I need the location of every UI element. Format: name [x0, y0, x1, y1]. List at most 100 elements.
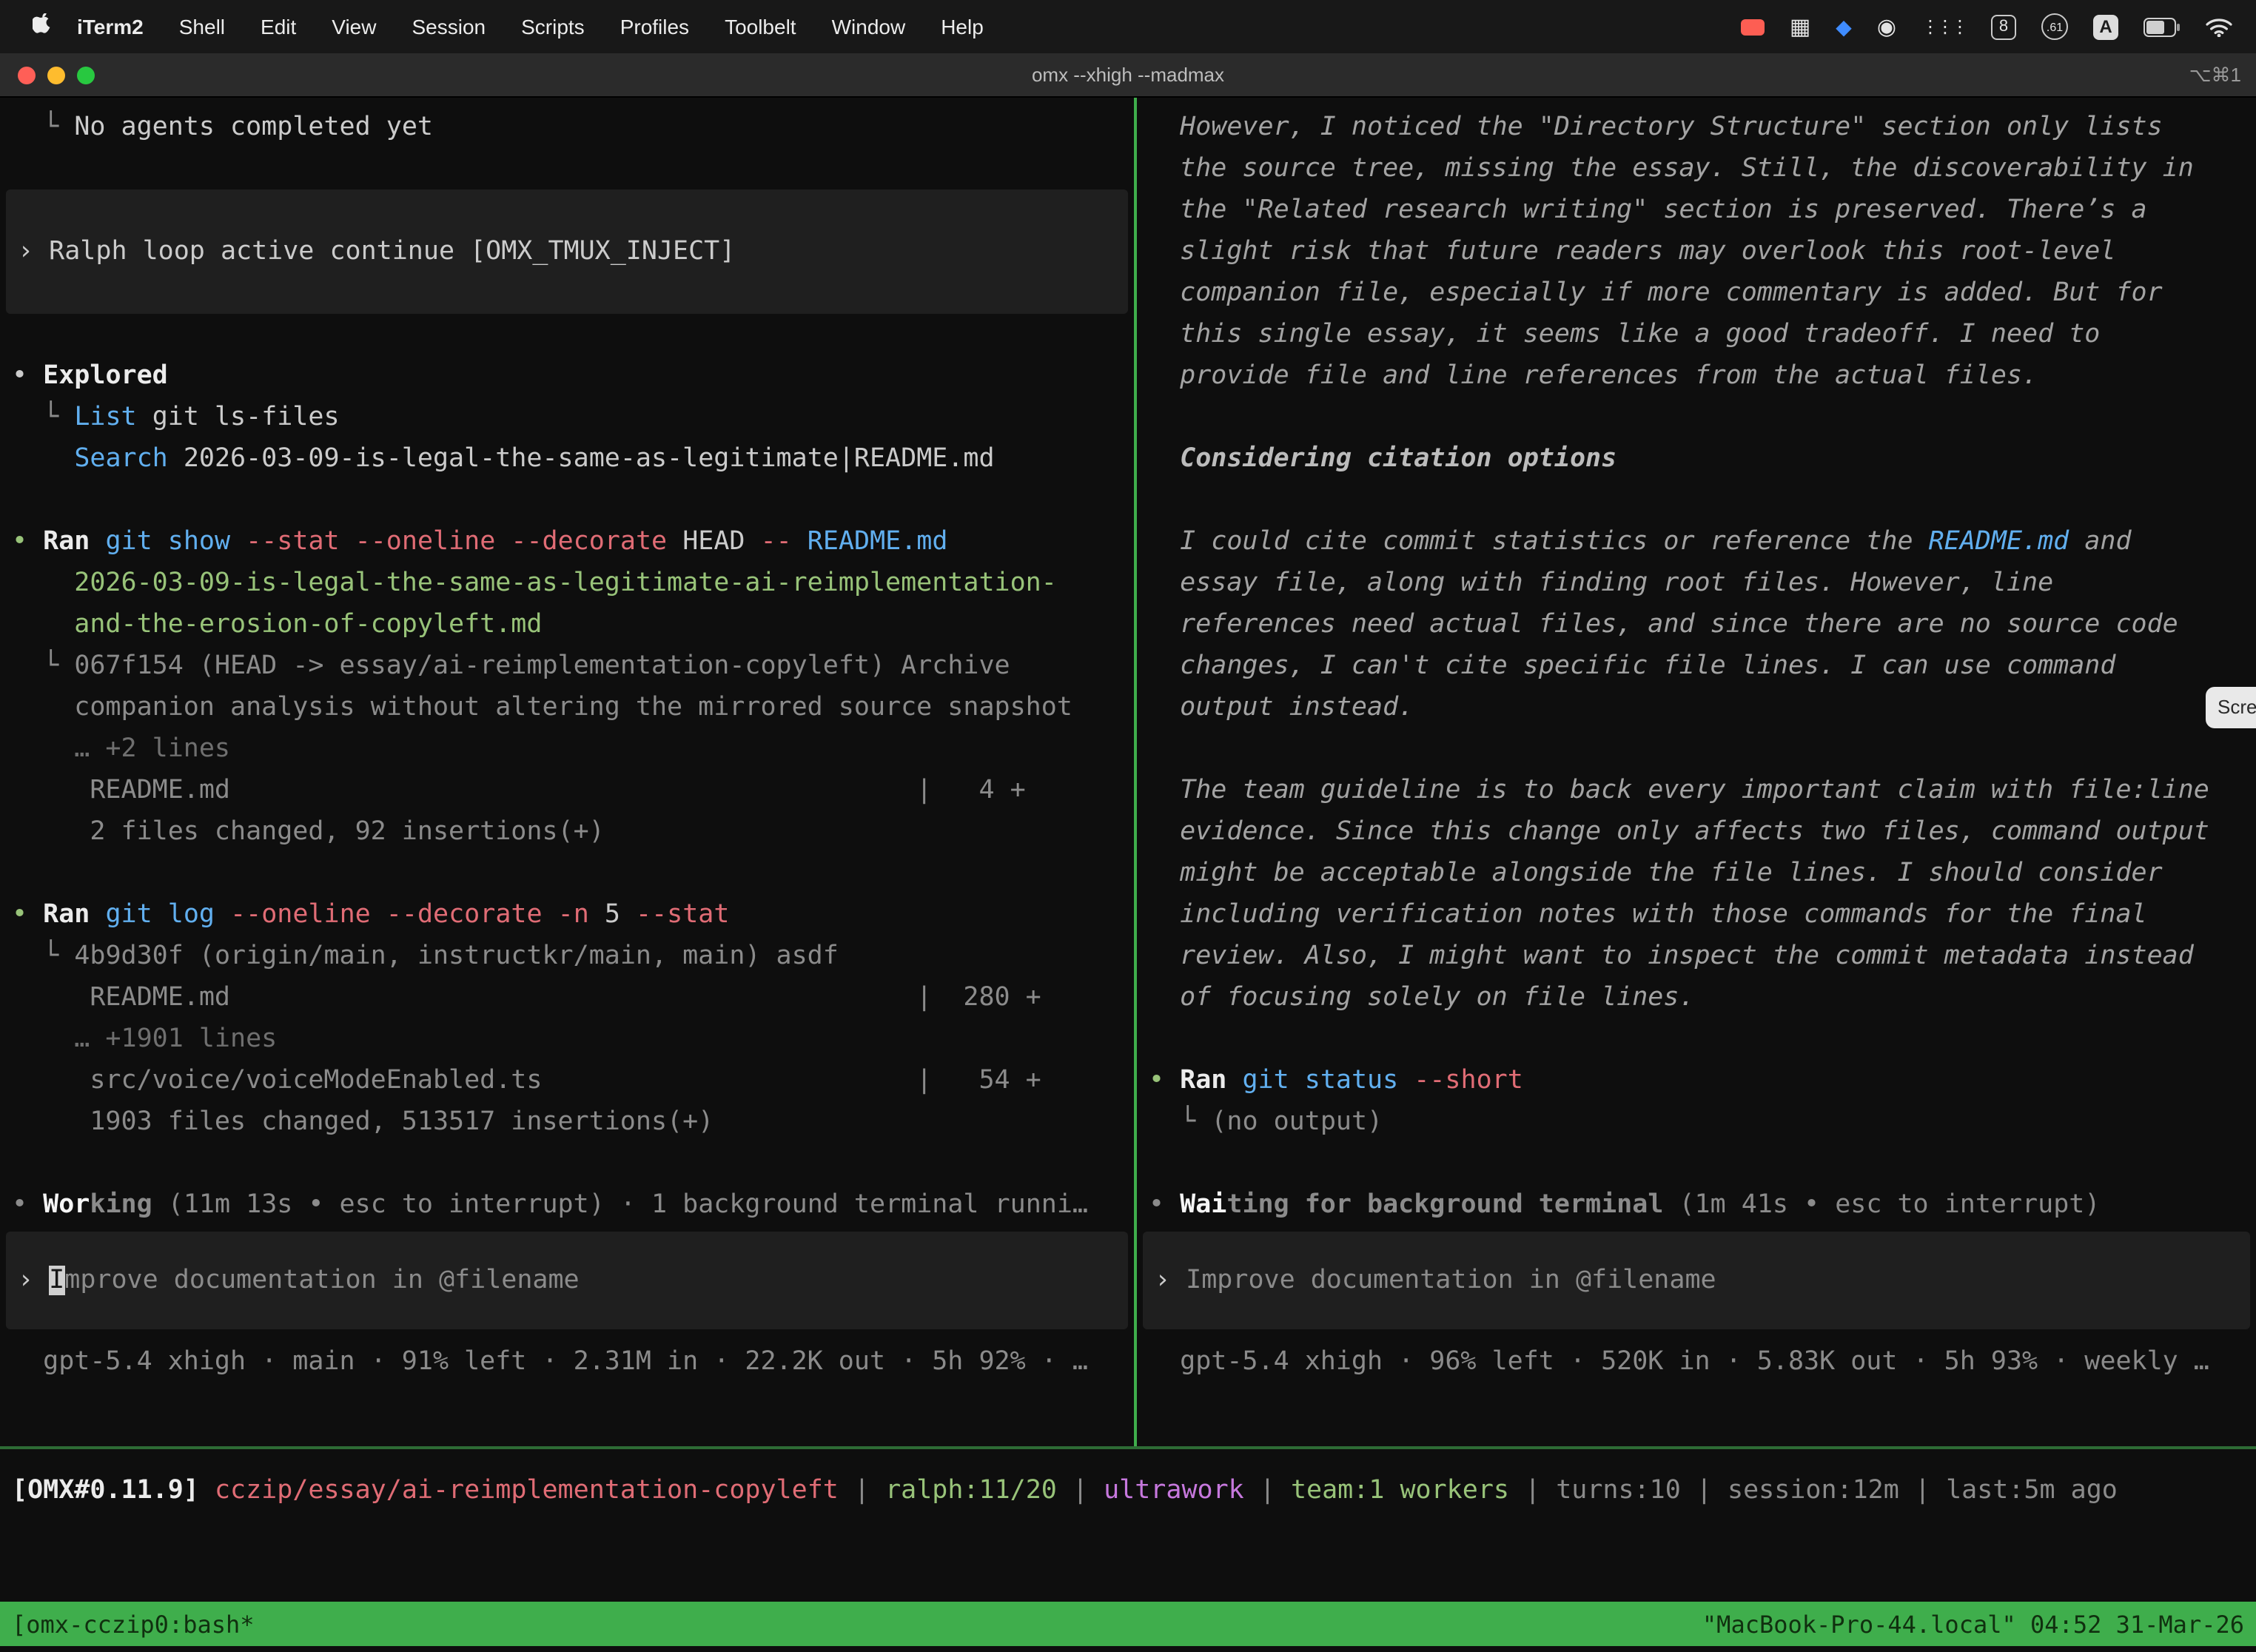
menu-item-edit[interactable]: Edit — [243, 15, 314, 38]
terminal-line — [1149, 397, 2256, 438]
terminal-line: slight risk that future readers may over… — [1149, 231, 2256, 272]
key-8-icon[interactable]: 8 — [1991, 14, 2016, 39]
tmux-host-clock: "MacBook-Pro-44.local" 04:52 31-Mar-26 — [1702, 1610, 2244, 1638]
terminal-line: Considering citation options — [1149, 438, 2256, 480]
battery-gauge-icon[interactable]: .61 — [2041, 13, 2068, 40]
screen: iTerm2 Shell Edit View Session Scripts P… — [0, 0, 2256, 1652]
menu-item-help[interactable]: Help — [923, 15, 1001, 38]
terminal-line: Search 2026-03-09-is-legal-the-same-as-l… — [12, 438, 1134, 480]
terminal-line: • Waiting for background terminal (1m 41… — [1149, 1184, 2256, 1226]
terminal-line: provide file and line references from th… — [1149, 355, 2256, 397]
menu-item-session[interactable]: Session — [394, 15, 503, 38]
blue-app-icon[interactable]: ◆ — [1836, 14, 1852, 39]
dots-grid-icon[interactable]: ⋮⋮⋮ — [1921, 16, 1966, 37]
menu-item-profiles[interactable]: Profiles — [602, 15, 707, 38]
terminal-line: README.md | 280 + — [12, 977, 1134, 1018]
terminal-line: the "Related research writing" section i… — [1149, 189, 2256, 231]
terminal-line: └ (no output) — [1149, 1101, 2256, 1143]
terminal-line: I could cite commit statistics or refere… — [1149, 521, 2256, 563]
terminal-line — [12, 314, 1134, 355]
terminal-line: └ List git ls-files — [12, 397, 1134, 438]
terminal-line: • Ran git status --short — [1149, 1060, 2256, 1101]
terminal-line — [12, 480, 1134, 521]
tmux-status-bar: [omx-cczip0:bash* "MacBook-Pro-44.local"… — [0, 1602, 2256, 1646]
terminal-line: › Ralph loop active continue [OMX_TMUX_I… — [18, 231, 1128, 272]
close-button[interactable] — [18, 66, 36, 84]
terminal-line: of focusing solely on file lines. — [1149, 977, 2256, 1018]
terminal-line — [1149, 480, 2256, 521]
minimize-button[interactable] — [47, 66, 65, 84]
screen-overlay-button[interactable]: Scre — [2206, 687, 2256, 728]
terminal-line: 2026-03-09-is-legal-the-same-as-legitima… — [12, 563, 1134, 604]
terminal-line: › Improve documentation in @filename — [18, 1260, 1128, 1301]
menu-item-shell[interactable]: Shell — [161, 15, 243, 38]
terminal[interactable]: └ No agents completed yet › Ralph loop a… — [0, 98, 2256, 1652]
terminal-line — [12, 853, 1134, 894]
bento-grid-icon[interactable]: ▦ — [1790, 16, 1810, 38]
menu-item-iterm2[interactable]: iTerm2 — [59, 15, 161, 38]
terminal-line: references need actual files, and since … — [1149, 604, 2256, 645]
tmux-session-label[interactable]: [omx-cczip0:bash* — [12, 1610, 255, 1638]
macos-menu-bar: iTerm2 Shell Edit View Session Scripts P… — [0, 0, 2256, 53]
terminal-line — [12, 1143, 1134, 1184]
terminal-line: might be acceptable alongside the file l… — [1149, 853, 2256, 894]
terminal-line: companion file, especially if more comme… — [1149, 272, 2256, 314]
prompt-input-right[interactable]: › Improve documentation in @filename — [1143, 1232, 2250, 1329]
terminal-line: review. Also, I might want to inspect th… — [1149, 936, 2256, 977]
terminal-line: └ No agents completed yet — [12, 107, 1134, 148]
terminal-line: The team guideline is to back every impo… — [1149, 770, 2256, 811]
ralph-loop-banner: › Ralph loop active continue [OMX_TMUX_I… — [6, 189, 1128, 314]
model-status-right: gpt-5.4 xhigh · 96% left · 520K in · 5.8… — [1149, 1341, 2250, 1383]
omx-status-line: [OMX#0.11.9] cczip/essay/ai-reimplementa… — [12, 1470, 2256, 1511]
terminal-line: └ 067f154 (HEAD -> essay/ai-reimplementa… — [12, 645, 1134, 687]
terminal-line — [12, 148, 1134, 189]
agent-scrollback: • Explored └ List git ls-files Search 20… — [12, 314, 1134, 1226]
agent-scrollback: However, I noticed the "Directory Struct… — [1149, 107, 2256, 1226]
terminal-line: the source tree, missing the essay. Stil… — [1149, 148, 2256, 189]
apple-icon — [33, 13, 52, 36]
terminal-line: • Ran git log --oneline --decorate -n 5 … — [12, 894, 1134, 936]
menu-item-view[interactable]: View — [314, 15, 394, 38]
tmux-panes: └ No agents completed yet › Ralph loop a… — [0, 98, 2256, 1446]
screen-recording-indicator-icon[interactable] — [1741, 19, 1765, 35]
terminal-line: [OMX#0.11.9] cczip/essay/ai-reimplementa… — [12, 1470, 2256, 1511]
terminal-line: gpt-5.4 xhigh · main · 91% left · 2.31M … — [12, 1341, 1128, 1383]
terminal-line: src/voice/voiceModeEnabled.ts | 54 + — [12, 1060, 1134, 1101]
terminal-line: … +2 lines — [12, 728, 1134, 770]
menu-item-window[interactable]: Window — [814, 15, 924, 38]
terminal-line: gpt-5.4 xhigh · 96% left · 520K in · 5.8… — [1149, 1341, 2250, 1383]
terminal-line: this single essay, it seems like a good … — [1149, 314, 2256, 355]
terminal-line: • Working (11m 13s • esc to interrupt) ·… — [12, 1184, 1134, 1226]
tmux-pane-divider-horizontal[interactable] — [0, 1446, 2256, 1449]
wifi-icon[interactable] — [2206, 17, 2232, 36]
terminal-line: evidence. Since this change only affects… — [1149, 811, 2256, 853]
window-title: omx --xhigh --madmax — [0, 64, 2256, 86]
terminal-line: including verification notes with those … — [1149, 894, 2256, 936]
menu-bar-status-icons: ▦ ◆ ◉ ⋮⋮⋮ 8 .61 A — [1741, 13, 2241, 40]
dark-app-icon[interactable]: ◉ — [1877, 16, 1896, 38]
menu-item-toolbelt[interactable]: Toolbelt — [707, 15, 814, 38]
terminal-line: However, I noticed the "Directory Struct… — [1149, 107, 2256, 148]
terminal-line: 1903 files changed, 513517 insertions(+) — [12, 1101, 1134, 1143]
terminal-line — [1149, 728, 2256, 770]
menu-item-scripts[interactable]: Scripts — [503, 15, 602, 38]
battery-icon[interactable] — [2143, 17, 2181, 36]
terminal-line: └ 4b9d30f (origin/main, instructkr/main,… — [12, 936, 1134, 977]
apple-menu[interactable] — [15, 13, 59, 40]
agent-scrollback-top: └ No agents completed yet — [12, 107, 1134, 189]
terminal-line: › Improve documentation in @filename — [1155, 1260, 2250, 1301]
terminal-line: changes, I can't cite specific file line… — [1149, 645, 2256, 687]
terminal-line: … +1901 lines — [12, 1018, 1134, 1060]
tmux-pane-right[interactable]: However, I noticed the "Directory Struct… — [1137, 98, 2256, 1446]
window-title-bar[interactable]: omx --xhigh --madmax ⌥⌘1 — [0, 53, 2256, 98]
terminal-line: • Explored — [12, 355, 1134, 397]
terminal-line: 2 files changed, 92 insertions(+) — [12, 811, 1134, 853]
tmux-pane-left[interactable]: └ No agents completed yet › Ralph loop a… — [0, 98, 1134, 1446]
terminal-line — [1149, 1018, 2256, 1060]
model-status-left: gpt-5.4 xhigh · main · 91% left · 2.31M … — [12, 1341, 1128, 1383]
terminal-line: output instead. — [1149, 687, 2256, 728]
input-source-icon[interactable]: A — [2093, 14, 2118, 39]
zoom-button[interactable] — [77, 66, 95, 84]
prompt-input-left[interactable]: › Improve documentation in @filename — [6, 1232, 1128, 1329]
terminal-line: essay file, along with finding root file… — [1149, 563, 2256, 604]
